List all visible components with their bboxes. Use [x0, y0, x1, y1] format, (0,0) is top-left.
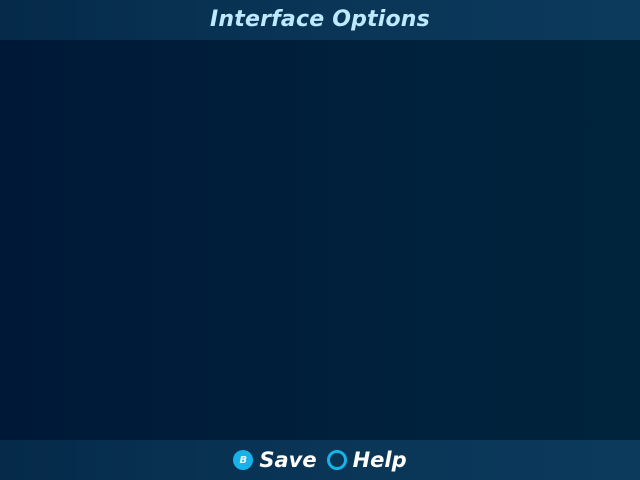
- help-label: Help: [352, 447, 407, 472]
- page-title: Interface Options: [210, 6, 430, 32]
- options-screen: Interface Options B Save Help: [0, 0, 640, 480]
- b-button-icon: B: [233, 450, 254, 470]
- options-panel: [0, 40, 640, 440]
- header-bar: Interface Options: [0, 0, 640, 40]
- help-action[interactable]: Help: [326, 447, 407, 472]
- footer-bar: B Save Help: [0, 440, 640, 480]
- save-label: Save: [259, 447, 317, 472]
- circle-button-icon: [326, 450, 347, 470]
- save-action[interactable]: B Save: [233, 447, 317, 472]
